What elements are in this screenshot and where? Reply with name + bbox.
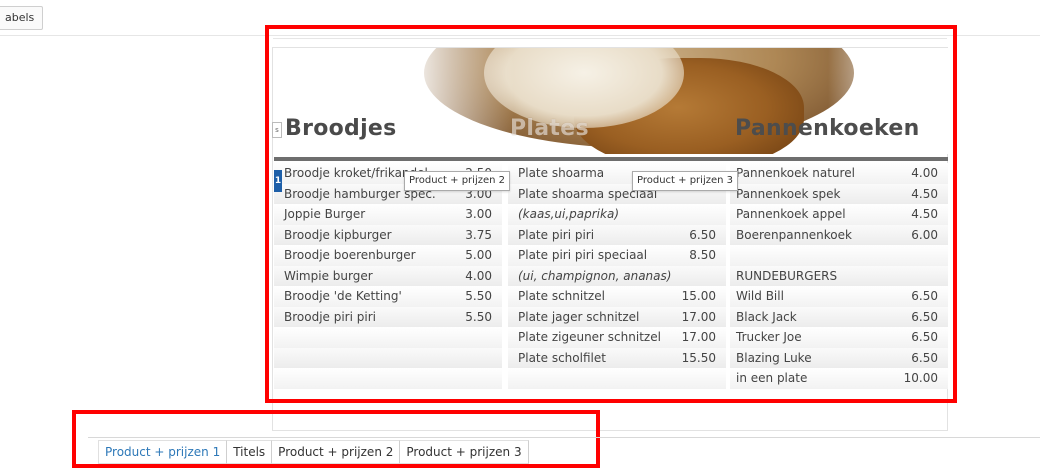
tab-bar: Product + prijzen 1 Titels Product + prijz… <box>98 440 529 464</box>
item-price: 5.00 <box>465 248 492 262</box>
menu-row: Trucker Joe 6.50 <box>730 327 948 348</box>
heading-separator <box>274 157 948 161</box>
heading-pannenkoeken: Pannenkoeken <box>735 116 920 141</box>
item-name: Pannenkoek naturel <box>736 166 855 180</box>
item-price: 17.00 <box>681 309 716 324</box>
menu-row: Plate jager schnitzel 17.00 <box>508 306 726 327</box>
item-price: 6.50 <box>911 350 938 365</box>
item-name: Broodje 'de Ketting' <box>284 289 402 303</box>
menu-row <box>730 245 948 266</box>
item-name: Plate piri piri <box>518 227 595 242</box>
item-name: Joppie Burger <box>284 207 366 221</box>
item-price: 8.50 <box>689 248 716 262</box>
menu-row: Pannenkoek appel 4.50 <box>730 204 948 225</box>
canvas-top-line <box>273 38 947 39</box>
menu-row: Boerenpannenkoek 6.00 <box>730 224 948 245</box>
item-price: 3.75 <box>465 227 492 242</box>
item-price: 5.50 <box>465 309 492 324</box>
menu-row: Plate zigeuner schnitzel 17.00 <box>508 327 726 348</box>
tag-product-prijzen-2[interactable]: Product + prijzen 2 <box>404 171 511 191</box>
item-price: 6.00 <box>911 227 938 242</box>
item-price: 6.50 <box>689 227 716 242</box>
item-name: Pannenkoek spek <box>736 186 841 201</box>
tag-product-prijzen-3[interactable]: Product + prijzen 3 <box>632 171 739 191</box>
menu-row <box>274 347 502 368</box>
item-name: Black Jack <box>736 309 797 324</box>
menu-row: Wimpie burger 4.00 <box>274 265 502 286</box>
menu-row: Pannenkoek naturel 4.00 <box>730 163 948 184</box>
menu-row: Joppie Burger 3.00 <box>274 204 502 225</box>
menu-row: Black Jack 6.50 <box>730 306 948 327</box>
resize-handle[interactable]: s <box>272 122 282 138</box>
menu-row: Broodje kipburger 3.75 <box>274 224 502 245</box>
menu-row <box>508 368 726 389</box>
item-name: Broodje boerenburger <box>284 248 416 262</box>
column-plates: Plate shoarma Plate shoarma speciaal (kaas… <box>508 163 726 389</box>
item-name: Plate jager schnitzel <box>518 309 640 324</box>
tab-product-prijzen-2[interactable]: Product + prijzen 2 <box>272 440 401 464</box>
item-name: Plate shoarma <box>518 166 605 180</box>
item-name: Broodje kipburger <box>284 227 392 242</box>
item-price: 5.50 <box>465 289 492 303</box>
menu-row: Plate scholfilet 15.50 <box>508 347 726 368</box>
item-name: RUNDEBURGERS <box>736 268 838 283</box>
menu-row: Broodje piri piri 5.50 <box>274 306 502 327</box>
labels-button[interactable]: abels <box>0 6 44 30</box>
menu-row <box>274 368 502 389</box>
item-name: Blazing Luke <box>736 350 812 365</box>
menu-row: Plate piri piri speciaal 8.50 <box>508 245 726 266</box>
item-name: (kaas,ui,paprika) <box>518 207 619 221</box>
menu-row <box>274 327 502 348</box>
tab-titels[interactable]: Titels <box>227 440 273 464</box>
item-name: in een plate <box>736 371 808 385</box>
item-name: Trucker Joe <box>736 330 802 344</box>
item-price: 4.50 <box>911 207 938 221</box>
menu-row: RUNDEBURGERS <box>730 265 948 286</box>
item-name: Plate schnitzel <box>518 289 605 303</box>
item-price: 15.00 <box>681 289 716 303</box>
item-price: 6.50 <box>911 330 938 344</box>
menu-row: Plate schnitzel 15.00 <box>508 286 726 307</box>
menu-row: in een plate 10.00 <box>730 368 948 389</box>
item-name: Pannenkoek appel <box>736 207 846 221</box>
item-name: Plate scholfilet <box>518 350 606 365</box>
menu-row: (kaas,ui,paprika) <box>508 204 726 225</box>
item-price: 4.00 <box>911 166 938 180</box>
heading-plates: Plates <box>510 116 589 141</box>
menu-row: (ui, champignon, ananas) <box>508 265 726 286</box>
tabs-divider <box>88 437 1040 438</box>
item-price: 3.00 <box>465 207 492 221</box>
item-price: 6.50 <box>911 289 938 303</box>
menu-row: Pannenkoek spek 4.50 <box>730 183 948 204</box>
item-name: Wimpie burger <box>284 268 373 283</box>
tab-product-prijzen-3[interactable]: Product + prijzen 3 <box>400 440 529 464</box>
heading-broodjes: Broodjes <box>285 116 397 141</box>
menu-row: Broodje boerenburger 5.00 <box>274 245 502 266</box>
item-name: Wild Bill <box>736 289 784 303</box>
item-name: (ui, champignon, ananas) <box>518 268 672 283</box>
item-price: 4.50 <box>911 186 938 201</box>
item-price: 10.00 <box>903 371 938 385</box>
item-price: 15.50 <box>681 350 716 365</box>
column-broodjes: Broodje kroket/frikandel2.50Broodje hamb… <box>274 163 502 389</box>
item-name: Plate zigeuner schnitzel <box>518 330 661 344</box>
tab-product-prijzen-1[interactable]: Product + prijzen 1 <box>98 440 228 464</box>
selection-marker[interactable]: 1 <box>274 170 282 192</box>
column-pannenkoeken: Pannenkoek naturel 4.00 Pannenkoek spek 4.5… <box>730 163 948 389</box>
item-name: Broodje piri piri <box>284 309 376 324</box>
item-price: 4.00 <box>465 268 492 283</box>
menu-row: Plate piri piri 6.50 <box>508 224 726 245</box>
menu-row: Wild Bill 6.50 <box>730 286 948 307</box>
item-price: 6.50 <box>911 309 938 324</box>
item-name: Plate piri piri speciaal <box>518 248 648 262</box>
item-name: Boerenpannenkoek <box>736 227 852 242</box>
menu-row: Broodje 'de Ketting' 5.50 <box>274 286 502 307</box>
top-divider <box>0 35 1040 36</box>
menu-row: Blazing Luke 6.50 <box>730 347 948 368</box>
item-price: 17.00 <box>681 330 716 344</box>
